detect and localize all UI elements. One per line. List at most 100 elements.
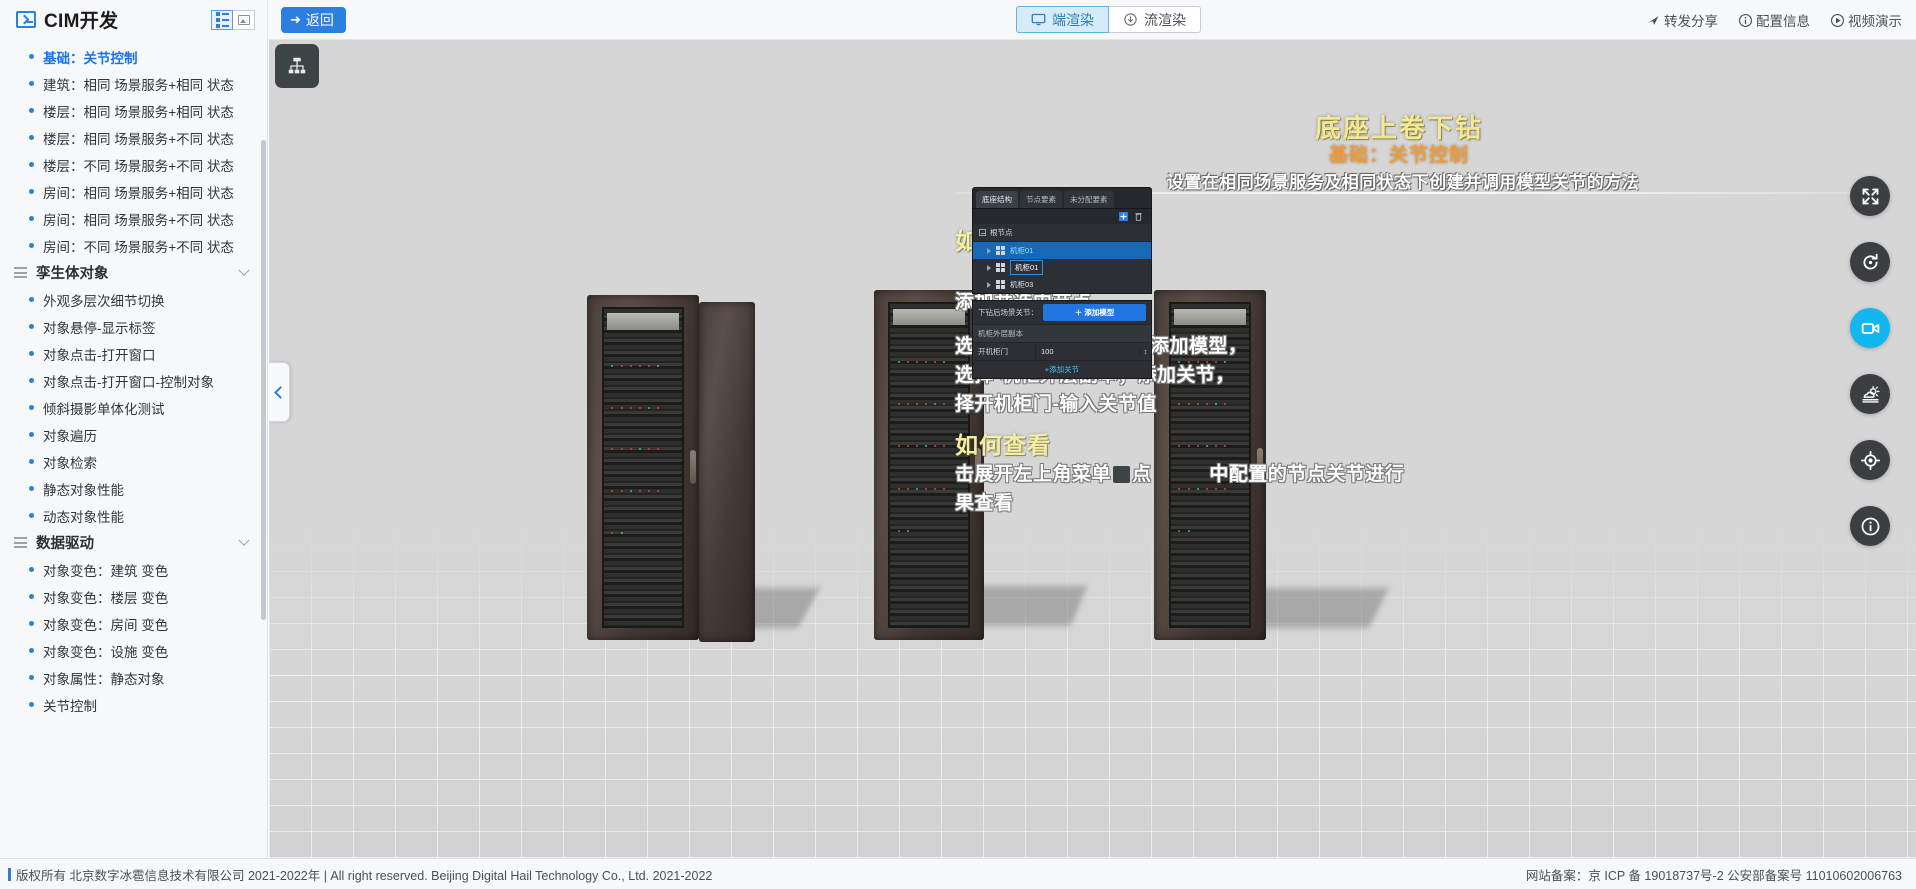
tree-root-row[interactable]: 根节点 (973, 224, 1151, 242)
brand-area: CIM开发 (0, 0, 268, 40)
server-rack[interactable] (587, 295, 699, 640)
sidebar-item-label: 建筑：相同 场景服务+相同 状态 (43, 77, 234, 93)
overlay-view-text-d: 果查看 (955, 493, 1014, 514)
render-mode-stream-label: 流渲染 (1144, 11, 1186, 28)
rack-led (898, 487, 901, 490)
bullet-icon (29, 567, 34, 572)
3d-viewport[interactable]: 底座上卷下钻 基础：关节控制 设置在相同场景服务及相同状态下创建并调用模型关节的… (269, 40, 1916, 858)
delete-icon[interactable] (1134, 212, 1143, 221)
bullet-icon (29, 513, 34, 518)
sidebar-item-16[interactable]: 静态对象性能 (0, 475, 267, 502)
sidebar-item-19[interactable]: 对象变色：建筑 变色 (0, 556, 267, 583)
bullet-icon (29, 378, 34, 383)
tree-row[interactable]: 机柜01 (973, 259, 1151, 276)
tree-row[interactable]: 机柜03 (973, 276, 1151, 293)
scene-panel-toolbar (972, 209, 1152, 224)
bullet-icon (29, 324, 34, 329)
sidebar-item-17[interactable]: 动态对象性能 (0, 502, 267, 529)
tab-structure[interactable]: 底座结构 (976, 191, 1018, 208)
card-view-toggle[interactable] (233, 9, 255, 30)
info-button[interactable] (1850, 506, 1890, 546)
sidebar-item-13[interactable]: 倾斜摄影单体化测试 (0, 394, 267, 421)
video-demo-action[interactable]: 视频演示 (1830, 10, 1902, 30)
arrow-left-icon: ➜ (290, 12, 301, 27)
sidebar-item-22[interactable]: 对象变色：设施 变色 (0, 637, 267, 664)
footer-icp: 网站备案：京 ICP 备 19018737号-2 公安部备案号 11010602… (1525, 868, 1902, 883)
sidebar-group-18[interactable]: 数据驱动 (0, 529, 267, 556)
sidebar-item-14[interactable]: 对象遍历 (0, 421, 267, 448)
rack-led (933, 360, 936, 363)
config-info-action[interactable]: 配置信息 (1738, 10, 1810, 30)
fullscreen-button[interactable] (1850, 176, 1890, 216)
sidebar-item-label: 对象变色：房间 变色 (43, 617, 169, 633)
sidebar-item-5[interactable]: 房间：相同 场景服务+相同 状态 (0, 178, 267, 205)
sidebar-scrollbar[interactable] (261, 140, 266, 620)
sidebar-item-7[interactable]: 房间：不同 场景服务+不同 状态 (0, 232, 267, 259)
sidebar-collapse-handle[interactable] (269, 362, 290, 422)
add-joint-button[interactable]: +添加关节 (973, 361, 1151, 378)
rack-led (629, 489, 632, 492)
sidebar-item-10[interactable]: 对象悬停-显示标签 (0, 313, 267, 340)
sidebar-item-label: 对象变色：楼层 变色 (43, 590, 169, 606)
sidebar-item-label: 楼层：不同 场景服务+不同 状态 (43, 158, 234, 174)
back-button[interactable]: ➜ 返回 (281, 6, 346, 33)
scene-tree-menu-button[interactable] (275, 44, 319, 88)
overlay-heading-how-to-view: 如何查看 (955, 432, 1051, 458)
rack-led (620, 448, 623, 451)
sidebar-item-6[interactable]: 房间：相同 场景服务+不同 状态 (0, 205, 267, 232)
sidebar-group-8[interactable]: 孪生体对象 (0, 259, 267, 286)
sidebar-item-9[interactable]: 外观多层次细节切换 (0, 286, 267, 313)
drilldown-joint-label: 下钻后场景关节： (978, 308, 1038, 317)
add-node-icon[interactable] (1119, 212, 1128, 221)
render-mode-local[interactable]: 端渲染 (1016, 6, 1109, 33)
list-icon (14, 267, 27, 278)
add-model-button[interactable]: ＋ 添加模型 (1043, 304, 1146, 321)
sidebar-item-15[interactable]: 对象检索 (0, 448, 267, 475)
play-circle-icon (1831, 13, 1844, 27)
sidebar-item-0[interactable]: 基础：关节控制 (0, 43, 267, 70)
tab-node-element[interactable]: 节点要素 (1020, 191, 1062, 208)
sidebar-item-12[interactable]: 对象点击-打开窗口-控制对象 (0, 367, 267, 394)
tree-row[interactable]: 机柜01 (973, 242, 1151, 259)
sidebar-item-1[interactable]: 建筑：相同 场景服务+相同 状态 (0, 70, 267, 97)
weather-button[interactable] (1850, 374, 1890, 414)
sidebar-item-20[interactable]: 对象变色：楼层 变色 (0, 583, 267, 610)
bullet-icon (29, 162, 34, 167)
sidebar-item-label: 房间：相同 场景服务+不同 状态 (43, 212, 234, 228)
sidebar-item-24[interactable]: 关节控制 (0, 691, 267, 718)
rack-led (629, 406, 632, 409)
locate-button[interactable] (1850, 440, 1890, 480)
server-rack-door[interactable] (699, 302, 755, 642)
list-view-toggle[interactable] (211, 9, 233, 30)
fullscreen-icon (1862, 188, 1878, 204)
rotate-icon (1862, 253, 1878, 270)
info-circle-icon (1739, 13, 1752, 27)
footer: 版权所有 北京数字冰雹信息技术有限公司 2021-2022年 | All rig… (0, 858, 1916, 889)
tab-unassigned[interactable]: 未分配要素 (1064, 191, 1114, 208)
tree-row-label: 机柜01 (1010, 246, 1034, 255)
bullet-icon (29, 297, 34, 302)
joint-field-value[interactable]: 100 (1035, 344, 1139, 359)
spinner-icon[interactable]: ↕ (1139, 347, 1151, 356)
terminal-icon (16, 11, 36, 28)
hierarchy-icon (288, 57, 306, 74)
rack-led (898, 360, 901, 363)
sidebar-item-11[interactable]: 对象点击-打开窗口 (0, 340, 267, 367)
sidebar-item-21[interactable]: 对象变色：房间 变色 (0, 610, 267, 637)
scene-structure-panel[interactable]: 底座结构 节点要素 未分配要素 根节点 机柜01 机柜01 机柜03 下钻后场景… (972, 187, 1152, 379)
tree-row-rename-input[interactable]: 机柜01 (1010, 260, 1044, 275)
reset-rotate-button[interactable] (1850, 242, 1890, 282)
rack-led (915, 360, 918, 363)
share-action[interactable]: 转发分享 (1646, 10, 1718, 30)
sidebar-item-label: 静态对象性能 (43, 482, 124, 498)
sidebar-item-23[interactable]: 对象属性：静态对象 (0, 664, 267, 691)
sidebar-item-3[interactable]: 楼层：相同 场景服务+不同 状态 (0, 124, 267, 151)
sidebar-item-4[interactable]: 楼层：不同 场景服务+不同 状态 (0, 151, 267, 178)
sidebar-item-2[interactable]: 楼层：相同 场景服务+相同 状态 (0, 97, 267, 124)
video-record-button[interactable] (1850, 308, 1890, 348)
tree-row-label: 机柜03 (1010, 280, 1034, 289)
node-icon (996, 280, 1005, 289)
render-mode-stream[interactable]: 流渲染 (1109, 6, 1201, 33)
node-icon (996, 246, 1005, 255)
bullet-icon (29, 54, 34, 59)
